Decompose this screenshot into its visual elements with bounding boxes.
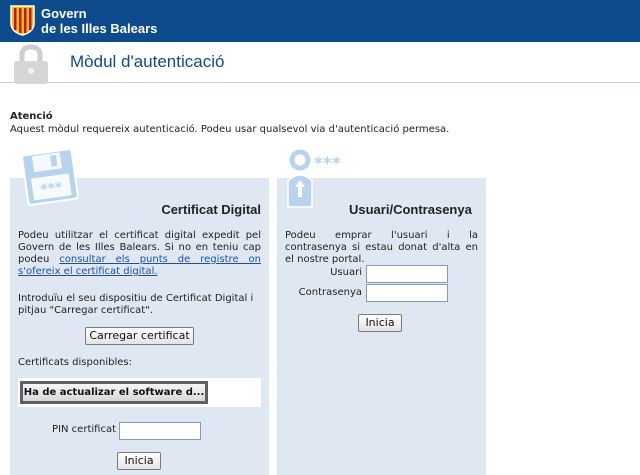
- notice-text: Aquest mòdul requereix autenticació. Pod…: [10, 124, 450, 135]
- svg-text:***: ***: [40, 179, 65, 198]
- username-input[interactable]: [366, 265, 448, 283]
- password-login-button[interactable]: Inicia: [358, 314, 402, 332]
- password-label: Contrasenya: [298, 287, 362, 298]
- pin-label: PIN certificat: [52, 424, 116, 435]
- user-key-icon: ***: [287, 149, 341, 208]
- password-intro: Podeu emprar l'usuari i la contrasenya s…: [285, 230, 478, 265]
- load-certificate-button[interactable]: Carregar certificat: [85, 327, 194, 345]
- page-title: Mòdul d'autenticació: [70, 52, 225, 71]
- brand-line-1: Govern: [41, 6, 87, 21]
- certificate-login-button[interactable]: Inicia: [117, 452, 161, 470]
- government-crest-icon: [10, 5, 35, 36]
- brand-line-2: de les Illes Balears: [41, 21, 158, 36]
- svg-text:***: ***: [314, 154, 341, 174]
- certificate-panel-title: Certificat Digital: [161, 202, 261, 217]
- government-brand[interactable]: Govern de les Illes Balears: [41, 6, 157, 36]
- notice-title: Atenció: [10, 111, 53, 122]
- floppy-icon: ***: [21, 148, 79, 206]
- certificate-instructions: Introduïu el seu dispositiu de Certifica…: [18, 293, 254, 316]
- username-label: Usuari: [330, 267, 362, 278]
- password-panel-title: Usuari/Contrasenya: [349, 202, 472, 217]
- available-certificates-label: Certificats disponibles:: [18, 357, 132, 368]
- lock-icon: [14, 44, 48, 84]
- password-input[interactable]: [366, 284, 448, 302]
- certificate-intro: Podeu utilitzar el certificat digital ex…: [18, 230, 261, 278]
- pin-input[interactable]: [119, 422, 201, 440]
- update-software-button[interactable]: Ha de actualizar el software d...: [20, 381, 208, 404]
